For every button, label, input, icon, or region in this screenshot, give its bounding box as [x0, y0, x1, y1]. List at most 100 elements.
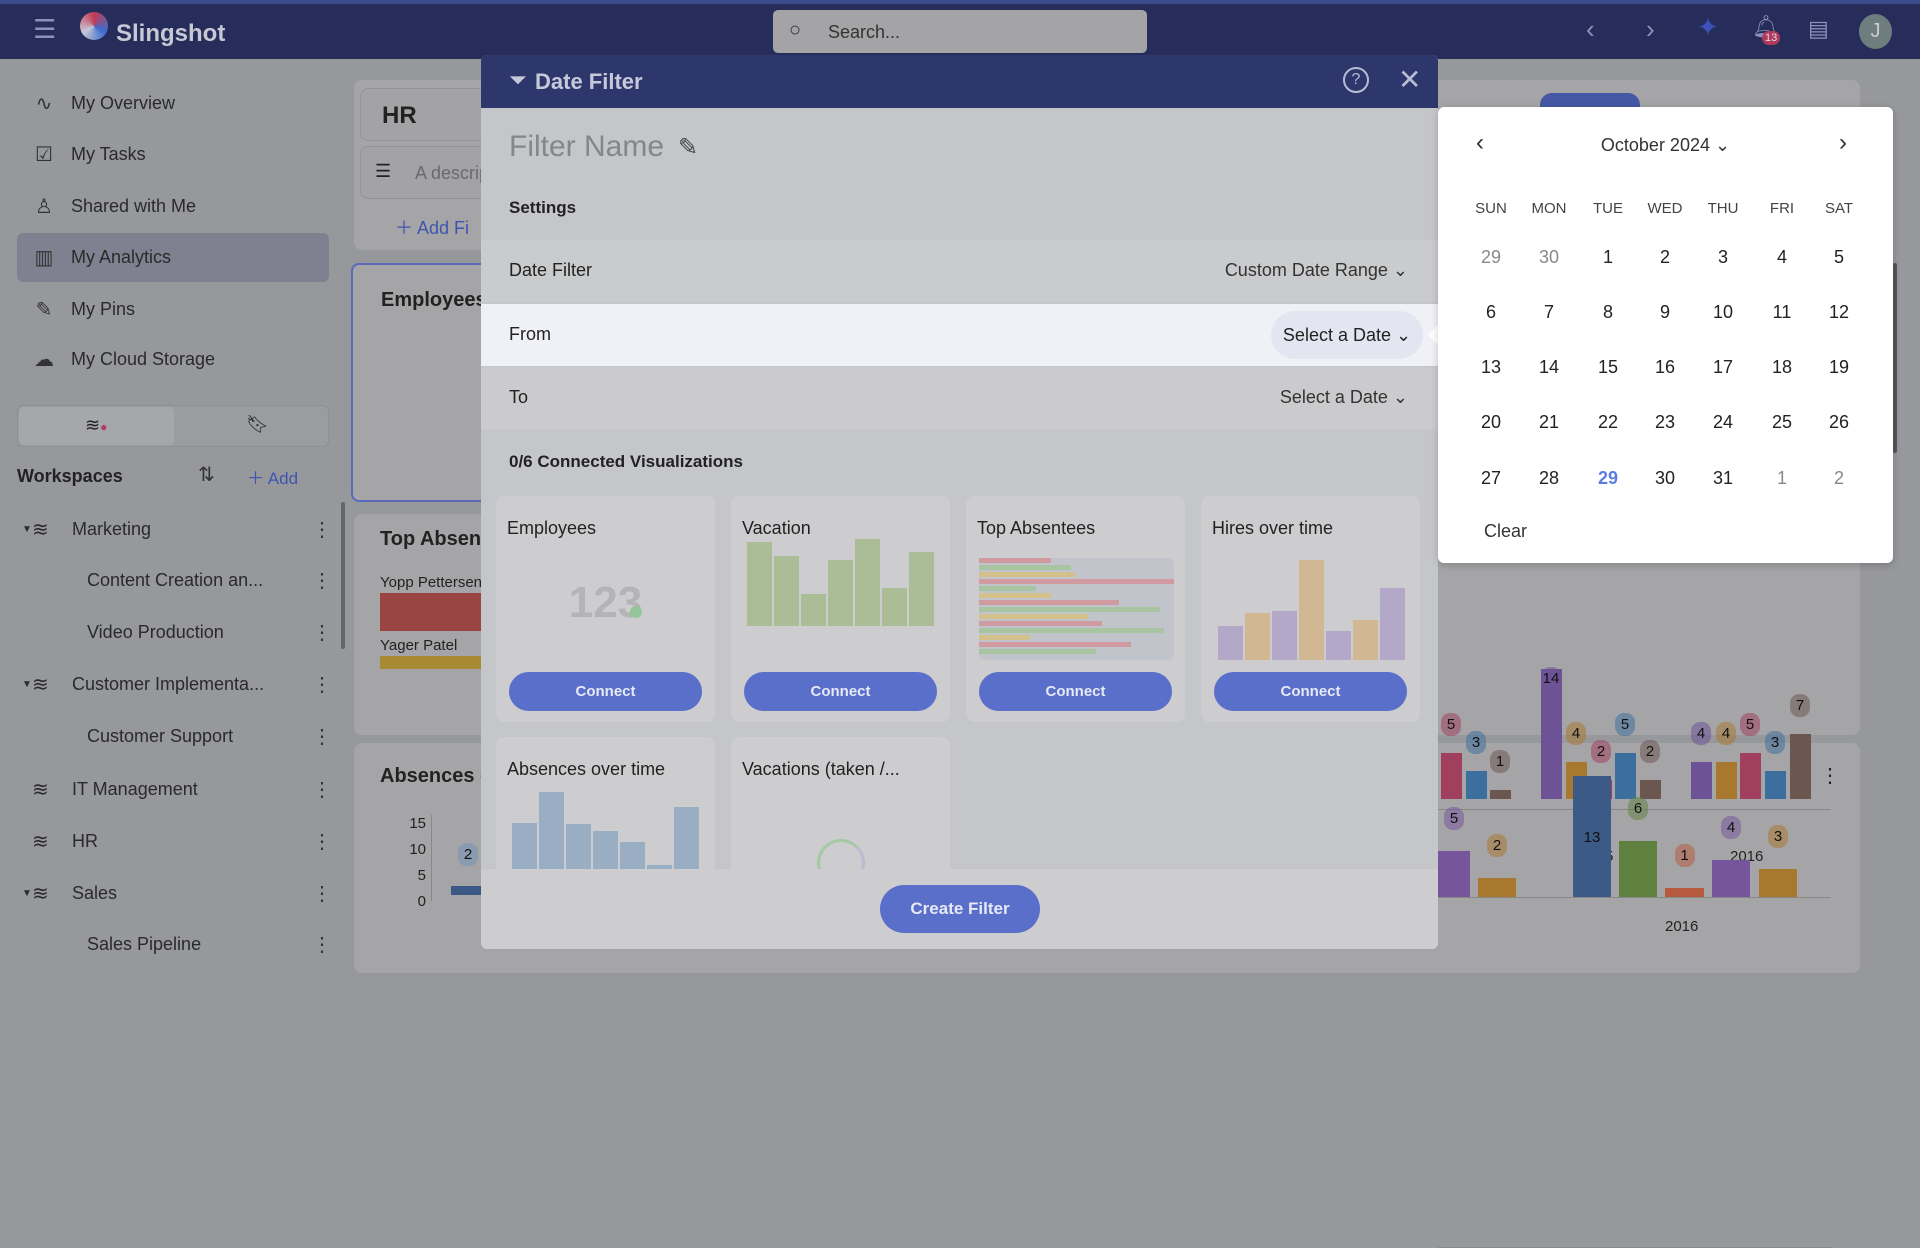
workspace-tree-item[interactable]: Content Creation an... ⋮ [22, 560, 332, 600]
calendar-day[interactable]: 28 [1524, 468, 1574, 489]
connect-button[interactable]: Connect [1214, 672, 1407, 711]
calendar-day[interactable]: 11 [1757, 302, 1807, 323]
calendar-day[interactable]: 20 [1466, 412, 1516, 433]
more-options-icon[interactable]: ⋮ [312, 829, 332, 854]
create-filter-button[interactable]: Create Filter [880, 885, 1040, 933]
more-options-icon[interactable]: ⋮ [312, 724, 332, 749]
expand-caret-icon[interactable]: ▼ [22, 888, 32, 899]
calendar-day[interactable]: 13 [1466, 357, 1516, 378]
calendar-day[interactable]: 5 [1814, 247, 1864, 268]
more-options-icon[interactable]: ⋮ [312, 568, 332, 593]
calendar-day[interactable]: 1 [1583, 247, 1633, 268]
add-workspace-button[interactable]: ＋ Add [247, 464, 298, 489]
close-icon[interactable]: ✕ [1398, 63, 1421, 96]
to-date-dropdown[interactable]: Select a Date ⌄ [1280, 387, 1408, 408]
calendar-day-today[interactable]: 29 [1583, 468, 1633, 489]
connect-button[interactable]: Connect [744, 672, 937, 711]
pencil-icon[interactable]: ✎ [678, 133, 698, 162]
date-filter-dropdown[interactable]: Custom Date Range ⌄ [1225, 260, 1408, 281]
forward-icon[interactable]: › [1646, 14, 1655, 45]
workspace-tree-item[interactable]: ≋ HR ⋮ [22, 821, 332, 861]
expand-caret-icon[interactable]: ▼ [22, 524, 32, 535]
widget-menu-icon[interactable]: ⋮ [1820, 763, 1840, 788]
visualization-card[interactable]: Hires over time Connect [1201, 496, 1420, 722]
tab-workspaces[interactable]: ≋● [19, 407, 174, 445]
date-filter-row[interactable]: Date Filter Custom Date Range ⌄ [481, 240, 1438, 302]
more-options-icon[interactable]: ⋮ [312, 517, 332, 542]
sort-icon[interactable]: ⇅ [198, 462, 215, 487]
more-options-icon[interactable]: ⋮ [312, 672, 332, 697]
tab-bookmarks[interactable]: 🔖︎ [246, 414, 269, 435]
more-options-icon[interactable]: ⋮ [312, 881, 332, 906]
calendar-day[interactable]: 19 [1814, 357, 1864, 378]
sidebar-item-my-tasks[interactable]: ☑ My Tasks [17, 130, 329, 179]
more-options-icon[interactable]: ⋮ [312, 777, 332, 802]
filter-name-input[interactable]: Filter Name [509, 130, 664, 164]
back-icon[interactable]: ‹ [1586, 14, 1595, 45]
workspace-tree-item[interactable]: ▼ ≋ Customer Implementa... ⋮ [22, 664, 332, 704]
calendar-day[interactable]: 12 [1814, 302, 1864, 323]
workspace-tree-item[interactable]: Sales Pipeline ⋮ [22, 924, 332, 964]
expand-caret-icon[interactable]: ▼ [22, 679, 32, 690]
avatar[interactable]: J [1859, 14, 1892, 49]
help-icon[interactable]: ? [1343, 67, 1369, 93]
sidebar-item-shared-with-me[interactable]: ♙ Shared with Me [17, 182, 329, 231]
calendar-day[interactable]: 1 [1757, 468, 1807, 489]
to-row[interactable]: To Select a Date ⌄ [481, 367, 1438, 429]
visualization-card[interactable]: Employees 123 Connect [496, 496, 715, 722]
calendar-day[interactable]: 22 [1583, 412, 1633, 433]
visualization-card[interactable]: Vacation Connect [731, 496, 950, 722]
visualization-card[interactable]: Top Absentees Connect [966, 496, 1185, 722]
calendar-day[interactable]: 30 [1524, 247, 1574, 268]
calendar-day[interactable]: 8 [1583, 302, 1633, 323]
calendar-day[interactable]: 27 [1466, 468, 1516, 489]
chat-icon[interactable]: ▤ [1808, 16, 1829, 42]
calendar-day[interactable]: 25 [1757, 412, 1807, 433]
calendar-day[interactable]: 4 [1757, 247, 1807, 268]
calendar-day[interactable]: 6 [1466, 302, 1516, 323]
calendar-day[interactable]: 2 [1814, 468, 1864, 489]
workspace-tree-item[interactable]: ▼ ≋ Marketing ⋮ [22, 509, 332, 549]
calendar-day[interactable]: 30 [1640, 468, 1690, 489]
calendar-day[interactable]: 24 [1698, 412, 1748, 433]
add-filter-button[interactable]: ＋ Add Fi [395, 214, 469, 240]
sidebar-scrollbar[interactable] [341, 502, 345, 649]
connect-button[interactable]: Connect [509, 672, 702, 711]
hamburger-menu-icon[interactable]: ☰ [33, 14, 56, 45]
calendar-day[interactable]: 31 [1698, 468, 1748, 489]
bar-label: 5 [1444, 806, 1464, 830]
sidebar-item-my-overview[interactable]: ∿ My Overview [17, 79, 329, 128]
from-date-dropdown[interactable]: Select a Date ⌄ [1271, 311, 1423, 359]
sidebar-item-my-analytics[interactable]: ▥ My Analytics [17, 233, 329, 282]
calendar-day[interactable]: 17 [1698, 357, 1748, 378]
month-selector[interactable]: October 2024 ⌄ [1438, 135, 1893, 156]
search-input[interactable]: ○ Search... [773, 10, 1147, 53]
calendar-day[interactable]: 23 [1640, 412, 1690, 433]
calendar-day[interactable]: 7 [1524, 302, 1574, 323]
calendar-day[interactable]: 18 [1757, 357, 1807, 378]
workspace-tree-item[interactable]: Video Production ⋮ [22, 612, 332, 652]
workspace-tree-item[interactable]: Customer Support ⋮ [22, 716, 332, 756]
from-row[interactable]: From Select a Date ⌄ [481, 304, 1438, 366]
calendar-day[interactable]: 2 [1640, 247, 1690, 268]
sparkle-ai-icon[interactable]: ✦ [1697, 12, 1719, 43]
calendar-day[interactable]: 3 [1698, 247, 1748, 268]
clear-button[interactable]: Clear [1484, 521, 1527, 542]
calendar-day[interactable]: 26 [1814, 412, 1864, 433]
calendar-day[interactable]: 29 [1466, 247, 1516, 268]
next-month-icon[interactable]: › [1839, 129, 1847, 157]
calendar-day[interactable]: 15 [1583, 357, 1633, 378]
sidebar-item-my-cloud-storage[interactable]: ☁ My Cloud Storage [17, 335, 329, 384]
calendar-day[interactable]: 16 [1640, 357, 1690, 378]
more-options-icon[interactable]: ⋮ [312, 932, 332, 957]
more-options-icon[interactable]: ⋮ [312, 620, 332, 645]
workspace-tree-item[interactable]: ≋ IT Management ⋮ [22, 769, 332, 809]
calendar-day[interactable]: 14 [1524, 357, 1574, 378]
calendar-day[interactable]: 10 [1698, 302, 1748, 323]
sidebar-item-my-pins[interactable]: ✎ My Pins [17, 285, 329, 334]
workspace-tree-item[interactable]: ▼ ≋ Sales ⋮ [22, 873, 332, 913]
connect-button[interactable]: Connect [979, 672, 1172, 711]
main-scrollbar[interactable] [1893, 263, 1897, 453]
calendar-day[interactable]: 9 [1640, 302, 1690, 323]
calendar-day[interactable]: 21 [1524, 412, 1574, 433]
